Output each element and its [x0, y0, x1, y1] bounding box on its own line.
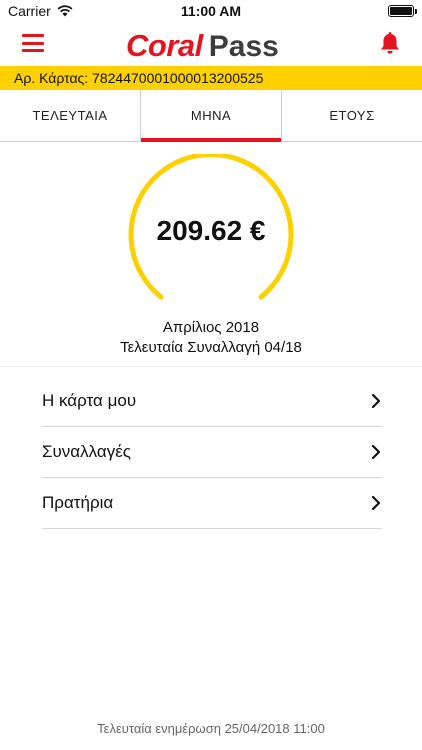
- menu-item-label: Η κάρτα μου: [42, 391, 137, 410]
- logo-pass-text: Pass: [208, 30, 279, 63]
- amount-value: 209.62 €: [156, 215, 266, 246]
- status-time: 11:00 AM: [180, 3, 242, 19]
- hamburger-line: [22, 34, 44, 37]
- last-transaction-label: Τελευταία Συναλλαγή 04/18: [120, 339, 302, 356]
- bell-icon[interactable]: [378, 30, 402, 56]
- last-update-label: Τελευταία ενημέρωση 25/04/2018 11:00: [97, 721, 325, 736]
- tab-label: ΤΕΛΕΥΤΑΙΑ: [32, 108, 108, 123]
- tab-label: ΜΗΝΑ: [190, 108, 232, 123]
- hamburger-line: [22, 49, 44, 52]
- menu-item-label: Συναλλαγές: [42, 442, 131, 461]
- tab-month[interactable]: ΜΗΝΑ: [140, 90, 281, 142]
- period-label: Απρίλιος 2018: [162, 319, 260, 336]
- card-number-label: Αρ. Κάρτας: 7824470001000013200525: [14, 70, 264, 86]
- card-number-banner: Αρ. Κάρτας: 7824470001000013200525: [0, 66, 422, 90]
- tab-latest[interactable]: ΤΕΛΕΥΤΑΙΑ: [0, 90, 140, 141]
- chevron-right-icon: [371, 444, 381, 460]
- menu-item-stations[interactable]: Πρατήρια: [42, 478, 382, 529]
- section-divider: [0, 366, 422, 367]
- chevron-right-icon: [371, 495, 381, 511]
- hamburger-menu-button[interactable]: [22, 34, 44, 52]
- chevron-right-icon: [371, 393, 381, 409]
- menu-item-label: Πρατήρια: [42, 493, 114, 512]
- tab-label: ΕΤΟΥΣ: [329, 108, 375, 123]
- hamburger-line: [22, 41, 44, 45]
- menu-item-my-card[interactable]: Η κάρτα μου: [42, 376, 382, 427]
- menu-list: Η κάρτα μου Συναλλαγές Πρατήρια: [42, 376, 382, 529]
- menu-item-transactions[interactable]: Συναλλαγές: [42, 427, 382, 478]
- period-tabs: ΤΕΛΕΥΤΑΙΑ ΜΗΝΑ ΕΤΟΥΣ: [0, 90, 422, 142]
- app-logo: Coral Pass: [126, 28, 279, 63]
- nav-bar: Coral Pass: [0, 22, 422, 66]
- logo-coral-text: Coral: [126, 28, 203, 63]
- tab-year[interactable]: ΕΤΟΥΣ: [281, 90, 422, 141]
